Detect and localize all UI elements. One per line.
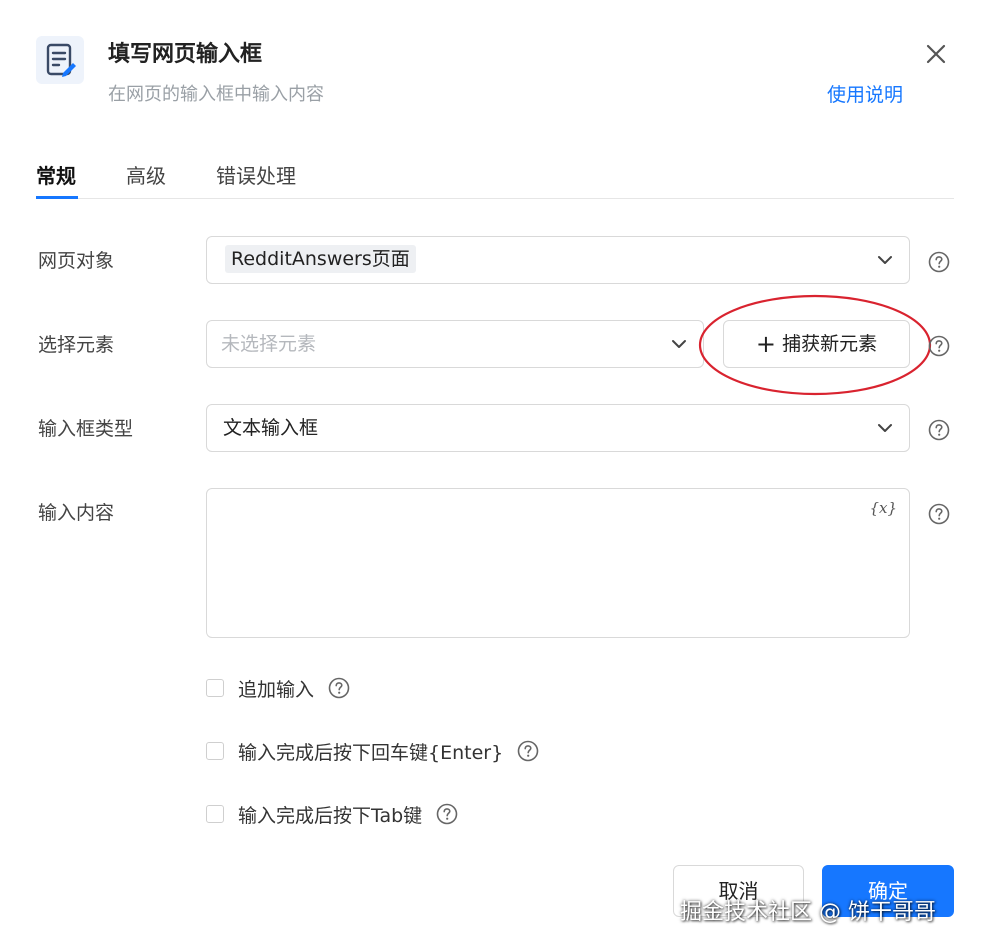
edit-document-icon: [36, 36, 84, 84]
dialog-subtitle: 在网页的输入框中输入内容: [108, 84, 324, 105]
dialog-title: 填写网页输入框: [108, 42, 263, 67]
input-content-label: 输入内容: [38, 502, 115, 524]
web-object-tag: RedditAnswers页面: [225, 245, 416, 273]
press-tab-option: 输入完成后按下Tab键: [206, 801, 458, 827]
append-input-checkbox[interactable]: [206, 679, 224, 697]
web-object-select[interactable]: RedditAnswers页面: [206, 236, 910, 284]
chevron-down-icon: [878, 424, 892, 432]
web-object-label: 网页对象: [38, 250, 115, 272]
help-icon[interactable]: [928, 419, 950, 441]
help-icon[interactable]: [517, 740, 539, 762]
press-tab-label: 输入完成后按下Tab键: [238, 804, 423, 827]
select-element-placeholder: 未选择元素: [221, 333, 317, 355]
capture-button-label: 捕获新元素: [782, 333, 878, 355]
active-tab-indicator: [36, 196, 78, 199]
press-enter-option: 输入完成后按下回车键{Enter}: [206, 738, 539, 764]
append-input-label: 追加输入: [238, 678, 315, 701]
help-icon[interactable]: [928, 251, 950, 273]
input-type-value: 文本输入框: [223, 417, 319, 439]
input-type-label: 输入框类型: [38, 418, 134, 440]
chevron-down-icon: [878, 256, 892, 264]
help-icon[interactable]: [928, 335, 950, 357]
insert-variable-button[interactable]: {x}: [869, 499, 897, 517]
help-icon[interactable]: [328, 677, 350, 699]
usage-help-link[interactable]: 使用说明: [827, 80, 903, 107]
tab-bar: 常规 高级 错误处理: [36, 158, 954, 199]
help-icon[interactable]: [436, 803, 458, 825]
press-tab-checkbox[interactable]: [206, 805, 224, 823]
press-enter-label: 输入完成后按下回车键{Enter}: [238, 741, 504, 764]
input-content-textarea[interactable]: {x}: [206, 488, 910, 638]
tab-general[interactable]: 常规: [36, 160, 76, 189]
select-element-label: 选择元素: [38, 334, 115, 356]
append-input-option: 追加输入: [206, 675, 350, 701]
tab-error-handling[interactable]: 错误处理: [216, 160, 296, 189]
tab-advanced[interactable]: 高级: [126, 160, 166, 189]
close-icon[interactable]: [922, 40, 950, 68]
watermark: 掘金技术社区 @ 饼干哥哥: [680, 900, 936, 925]
help-icon[interactable]: [928, 503, 950, 525]
press-enter-checkbox[interactable]: [206, 742, 224, 760]
dialog: 填写网页输入框 在网页的输入框中输入内容 使用说明 常规 高级 错误处理 网页对…: [0, 0, 990, 950]
select-element-dropdown[interactable]: 未选择元素: [206, 320, 704, 368]
capture-new-element-button[interactable]: + 捕获新元素: [723, 320, 910, 368]
plus-icon: +: [755, 330, 777, 358]
input-type-select[interactable]: 文本输入框: [206, 404, 910, 452]
chevron-down-icon: [672, 340, 686, 348]
